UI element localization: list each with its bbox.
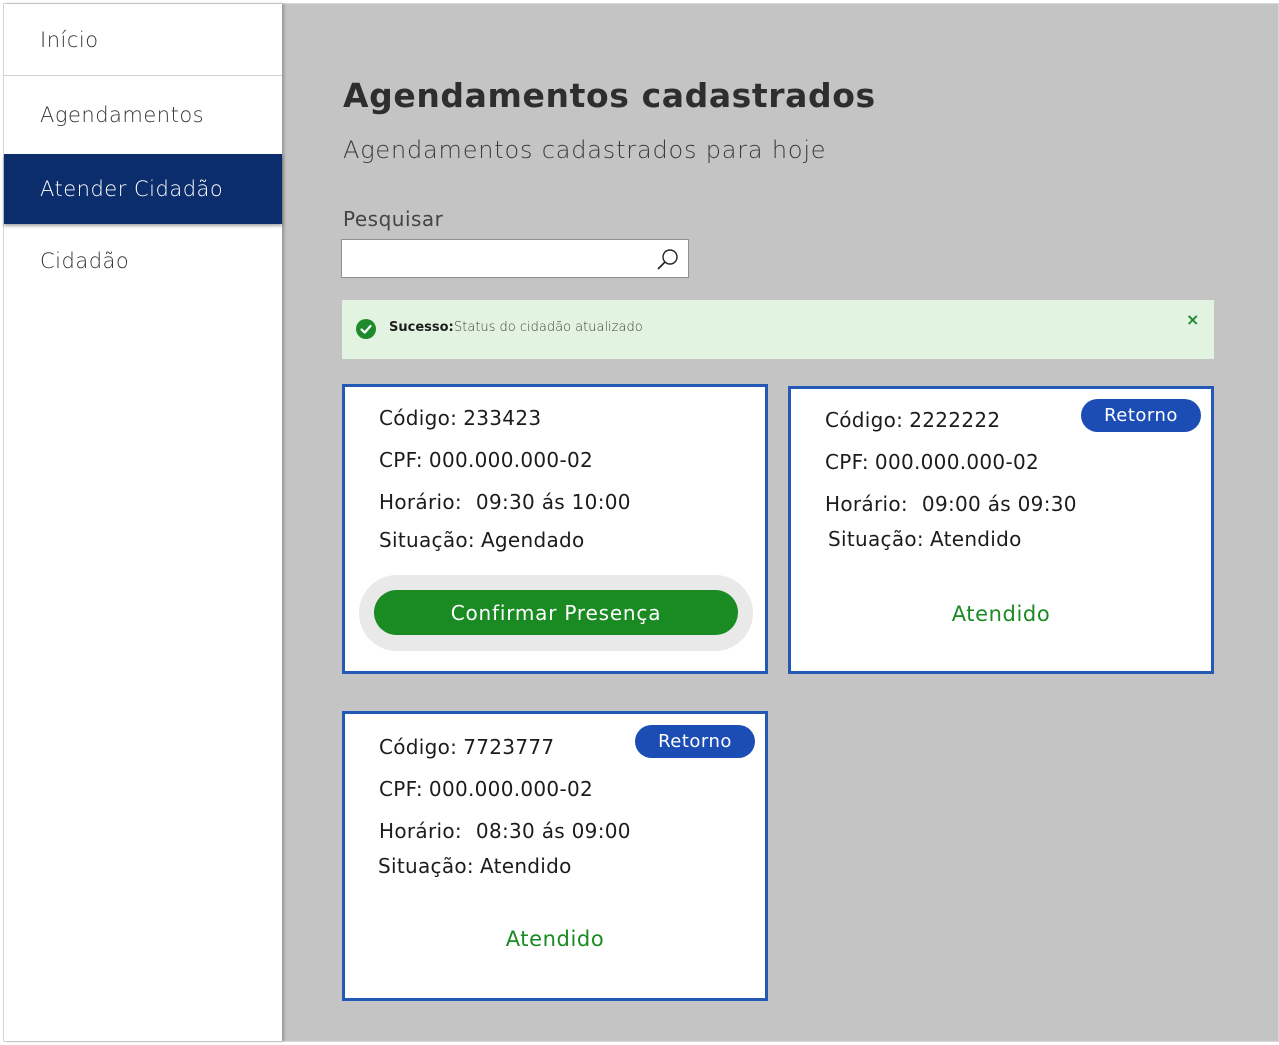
attended-status: Atendido (951, 602, 1051, 626)
sidebar-item-inicio[interactable]: Início (4, 4, 282, 76)
check-circle-icon (356, 319, 376, 339)
alert-title: Sucesso: (389, 320, 454, 335)
search-box (341, 239, 689, 278)
card-code: Código: 233423 (379, 406, 542, 430)
card-cpf: CPF: 000.000.000-02 (825, 450, 1040, 474)
return-badge: Retorno (1081, 399, 1201, 432)
sidebar-item-atender-cidadao[interactable]: Atender Cidadão (4, 154, 282, 224)
confirm-presence-button[interactable]: Confirmar Presença (374, 590, 738, 635)
appointment-card: Código: 233423 CPF: 000.000.000-02 Horário… (342, 384, 768, 674)
confirm-button-wrapper: Confirmar Presença (359, 575, 753, 651)
card-time: Horário: 09:00 ás 09:30 (825, 492, 1077, 516)
sidebar-item-cidadao[interactable]: Cidadão (4, 226, 282, 296)
close-icon[interactable]: × (1186, 310, 1199, 329)
card-time: Horário: 08:30 ás 09:00 (379, 819, 631, 843)
card-code: Código: 2222222 (825, 408, 1001, 432)
card-cpf: CPF: 000.000.000-02 (379, 448, 594, 472)
main-content: Agendamentos cadastrados Agendamentos ca… (282, 4, 1278, 1041)
success-alert: Sucesso: Status do cidadão atualizado × (342, 300, 1214, 359)
card-time: Horário: 09:30 ás 10:00 (379, 490, 631, 514)
alert-message: Status do cidadão atualizado (454, 320, 643, 335)
card-code: Código: 7723777 (379, 735, 555, 759)
sidebar-item-label: Início (40, 27, 99, 52)
card-status: Situação: Atendido (828, 527, 1022, 551)
attended-status: Atendido (505, 927, 605, 951)
search-label: Pesquisar (343, 207, 444, 231)
return-badge: Retorno (635, 725, 755, 758)
sidebar-item-agendamentos[interactable]: Agendamentos (4, 77, 282, 153)
sidebar-item-label: Agendamentos (40, 103, 205, 127)
card-status: Situação: Agendado (379, 528, 585, 552)
search-icon[interactable] (656, 247, 680, 271)
appointment-card: Retorno Código: 7723777 CPF: 000.000.000-0… (342, 711, 768, 1001)
card-status: Situação: Atendido (378, 854, 572, 878)
sidebar-item-label: Cidadão (40, 249, 130, 273)
search-input[interactable] (342, 240, 642, 277)
sidebar-item-label: Atender Cidadão (40, 177, 224, 201)
page-title: Agendamentos cadastrados (343, 76, 876, 115)
appointment-card: Retorno Código: 2222222 CPF: 000.000.000-0… (788, 386, 1214, 674)
page-subtitle: Agendamentos cadastrados para hoje (343, 136, 827, 164)
card-cpf: CPF: 000.000.000-02 (379, 777, 594, 801)
sidebar: Início Agendamentos Atender Cidadão Cida… (4, 4, 282, 1041)
